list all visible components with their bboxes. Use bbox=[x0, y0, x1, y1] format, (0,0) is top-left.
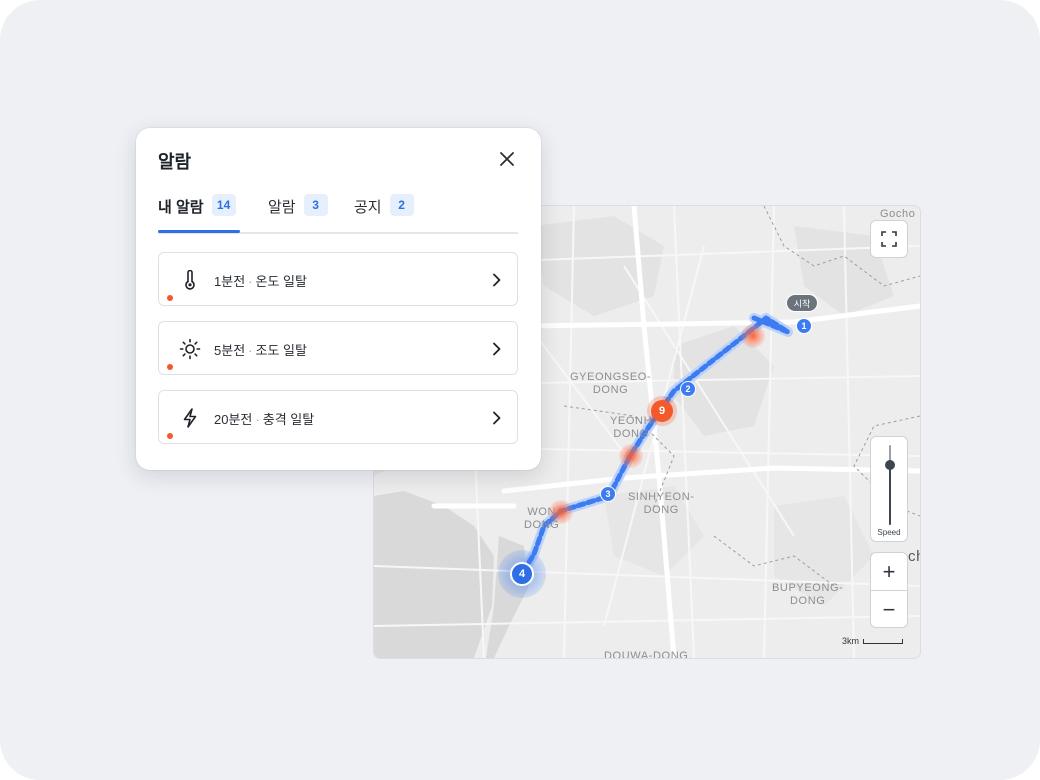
alarm-cluster-marker[interactable]: 9 bbox=[651, 400, 673, 422]
map-label-bupyeong: BUPYEONG- DONG bbox=[772, 582, 844, 607]
map-scale-bar bbox=[863, 638, 904, 644]
tab-count-badge: 3 bbox=[303, 194, 328, 216]
alarm-item-separator: · bbox=[255, 412, 260, 427]
alarm-item-time: 20분전 bbox=[214, 412, 253, 427]
panel-title: 알람 bbox=[158, 152, 192, 172]
alarm-marker[interactable] bbox=[549, 500, 573, 524]
tab-count-badge: 14 bbox=[211, 194, 236, 216]
unread-dot bbox=[167, 364, 173, 370]
chevron-right-icon bbox=[489, 409, 505, 427]
tab-label: 알람 bbox=[268, 199, 296, 216]
chevron-right-icon bbox=[489, 271, 505, 289]
chevron-right-icon bbox=[489, 340, 505, 358]
close-button[interactable] bbox=[496, 148, 518, 170]
waypoint-marker[interactable]: 3 bbox=[600, 486, 616, 502]
alarm-panel: 알람 내 알람 14 알람 3 공지 2 1분전 · 온도 일탈 5분전 · 조… bbox=[136, 128, 541, 470]
zoom-control: + − bbox=[870, 552, 908, 628]
active-tab-indicator bbox=[158, 230, 240, 233]
speed-slider-fill bbox=[889, 465, 891, 525]
waypoint-marker[interactable]: 1 bbox=[796, 318, 812, 334]
lightning-icon bbox=[179, 407, 201, 429]
tab-alarms[interactable]: 알람 3 bbox=[268, 194, 328, 232]
alarm-list-item[interactable]: 1분전 · 온도 일탈 bbox=[158, 252, 518, 306]
unread-dot bbox=[167, 295, 173, 301]
tab-notices[interactable]: 공지 2 bbox=[354, 194, 414, 232]
map-label-gyeongseo: GYEONGSEO- DONG bbox=[570, 371, 652, 396]
alarm-item-text: 5분전 · 조도 일탈 bbox=[214, 340, 307, 359]
alarm-marker[interactable] bbox=[619, 444, 643, 468]
alarm-tabs: 내 알람 14 알람 3 공지 2 bbox=[158, 194, 518, 234]
current-position-marker[interactable]: 4 bbox=[498, 550, 546, 598]
app-frame: Gocho GYEONGSEO- DONG YEONH DONG SINHYEO… bbox=[0, 0, 1040, 780]
thermometer-icon bbox=[179, 269, 201, 291]
fullscreen-button[interactable] bbox=[870, 220, 908, 258]
alarm-item-desc: 조도 일탈 bbox=[255, 343, 307, 358]
close-icon bbox=[500, 152, 514, 166]
tab-label: 공지 bbox=[354, 199, 382, 216]
alarm-list-item[interactable]: 20분전 · 충격 일탈 bbox=[158, 390, 518, 444]
map-label-sinhyeon: SINHYEON- DONG bbox=[628, 491, 695, 516]
unread-dot bbox=[167, 433, 173, 439]
alarm-item-separator: · bbox=[248, 343, 253, 358]
tab-count-badge: 2 bbox=[389, 194, 414, 216]
current-position-label: 4 bbox=[510, 562, 534, 586]
speed-label: Speed bbox=[877, 528, 901, 537]
alarm-item-text: 20분전 · 충격 일탈 bbox=[214, 409, 314, 428]
waypoint-marker[interactable]: 2 bbox=[680, 381, 696, 397]
map-label-yeonhui: YEONH DONG bbox=[610, 415, 653, 440]
zoom-in-button[interactable]: + bbox=[871, 553, 907, 590]
fullscreen-icon bbox=[881, 231, 897, 247]
alarm-item-separator: · bbox=[248, 274, 253, 289]
map-label-douwa: DOUWA-DONG bbox=[604, 650, 689, 658]
tab-my-alarms[interactable]: 내 알람 14 bbox=[158, 194, 236, 232]
map-scale: 3km bbox=[842, 636, 904, 646]
alarm-item-desc: 충격 일탈 bbox=[262, 412, 315, 427]
alarm-list-item[interactable]: 5분전 · 조도 일탈 bbox=[158, 321, 518, 375]
map-scale-label: 3km bbox=[842, 636, 860, 646]
zoom-out-button[interactable]: − bbox=[871, 591, 907, 628]
speed-slider-handle[interactable] bbox=[885, 460, 895, 470]
route-start-tag[interactable]: 시작 bbox=[786, 294, 818, 312]
alarm-item-desc: 온도 일탈 bbox=[255, 274, 307, 289]
tab-label: 내 알람 bbox=[158, 199, 204, 216]
alarm-item-text: 1분전 · 온도 일탈 bbox=[214, 271, 307, 290]
map-label-edge: ch bbox=[908, 548, 920, 565]
alarm-item-time: 1분전 bbox=[214, 274, 246, 289]
speed-slider[interactable]: Speed bbox=[870, 436, 908, 542]
alarm-marker[interactable] bbox=[741, 324, 765, 348]
alarm-item-time: 5분전 bbox=[214, 343, 246, 358]
sun-icon bbox=[179, 338, 201, 360]
